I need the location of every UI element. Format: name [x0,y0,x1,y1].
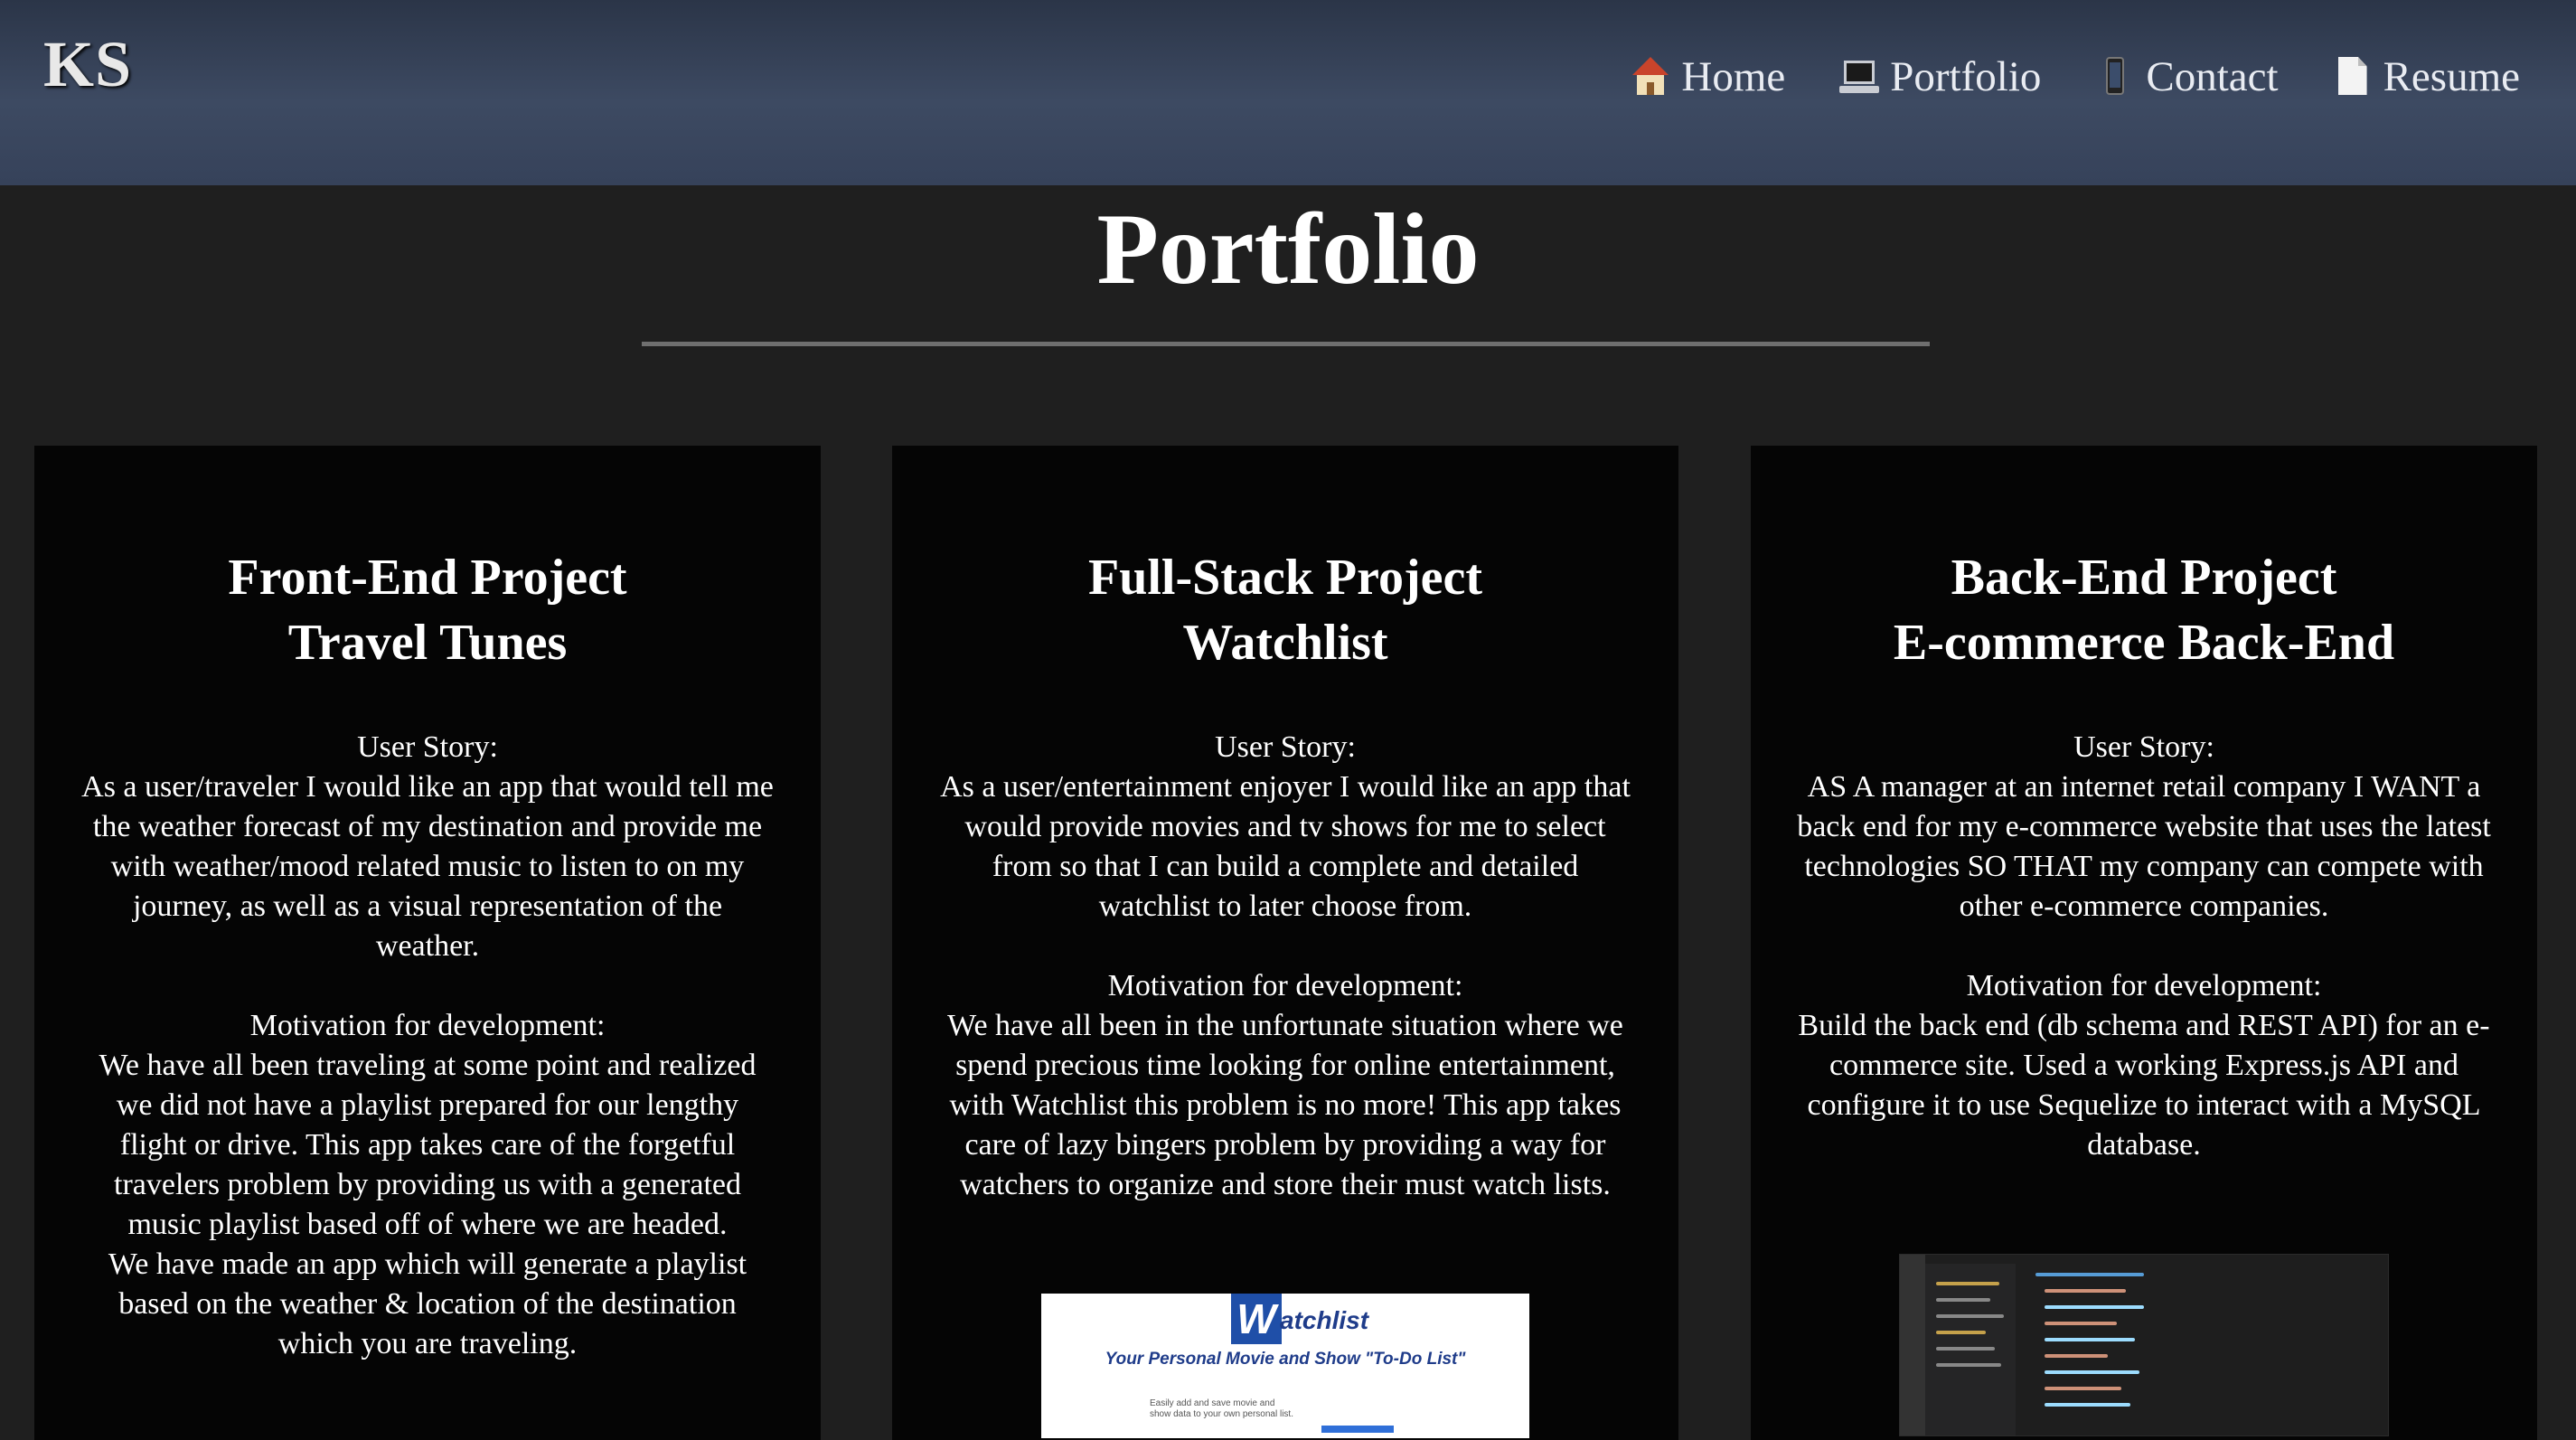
nav-home[interactable]: Home [1631,52,1785,101]
watchlist-button [1321,1426,1394,1433]
project-title[interactable]: Full-Stack Project Watchlist [937,545,1633,675]
project-description: User Story: As a user/traveler I would l… [80,728,776,1364]
main-nav: Home Portfolio Contact Resume [1631,52,2520,101]
code-editor-screenshot[interactable] [1899,1254,2389,1436]
user-story-label: User Story: [1215,730,1356,764]
user-story-label: User Story: [357,730,498,764]
project-description: User Story: AS A manager at an internet … [1796,728,2492,1165]
page-title: Portfolio [1096,193,1480,306]
motivation-label: Motivation for development: [249,1009,606,1042]
nav-contact-label: Contact [2146,53,2279,100]
project-title[interactable]: Front-End Project Travel Tunes [80,545,776,675]
user-story-text: As a user/traveler I would like an app t… [81,770,774,963]
motivation-label: Motivation for development: [1107,969,1463,1002]
project-name: E-commerce Back-End [1893,615,2395,671]
motivation-text: We have all been traveling at some point… [99,1049,757,1241]
watchlist-small-text: Easily add and save movie and show data … [1150,1398,1293,1419]
motivation-extra-text: We have made an app which will generate … [108,1247,747,1360]
user-story-text: AS A manager at an internet retail compa… [1797,770,2491,923]
nav-resume[interactable]: Resume [2333,52,2520,101]
site-header: KS Home Portfolio Contact Resume [0,0,2576,185]
watchlist-logo: W [1231,1294,1282,1344]
project-card-back-end: Back-End Project E-commerce Back-End Use… [1751,446,2537,1440]
project-card-front-end: Front-End Project Travel Tunes User Stor… [34,446,821,1440]
site-logo[interactable]: KS [43,27,132,102]
project-description: User Story: As a user/entertainment enjo… [937,728,1633,1205]
nav-portfolio-label: Portfolio [1890,53,2042,100]
nav-portfolio[interactable]: Portfolio [1839,52,2041,101]
motivation-text: Build the back end (db schema and REST A… [1798,1009,2490,1162]
phone-icon [2095,57,2135,97]
watchlist-tagline: Your Personal Movie and Show "To-Do List… [1105,1350,1466,1369]
project-title[interactable]: Back-End Project E-commerce Back-End [1796,545,2492,675]
project-category: Front-End Project [228,550,627,606]
project-category: Full-Stack Project [1088,550,1482,606]
laptop-icon [1839,57,1880,97]
watchlist-screenshot[interactable]: W atchlist Your Personal Movie and Show … [1041,1294,1529,1438]
nav-contact[interactable]: Contact [2095,52,2279,101]
motivation-text: We have all been in the unfortunate situ… [947,1009,1623,1201]
document-icon [2333,57,2373,97]
editor-activity-bar [1900,1255,1925,1435]
nav-home-label: Home [1681,53,1786,100]
user-story-text: As a user/entertainment enjoyer I would … [940,770,1631,923]
title-divider [642,342,1930,346]
watchlist-logo-text: atchlist [1280,1306,1369,1334]
nav-resume-label: Resume [2383,53,2520,100]
project-category: Back-End Project [1951,550,2337,606]
house-icon [1631,57,1670,97]
project-name: Watchlist [1182,615,1388,671]
project-card-full-stack: Full-Stack Project Watchlist User Story:… [892,446,1678,1440]
project-name: Travel Tunes [287,615,568,671]
user-story-label: User Story: [2073,730,2214,764]
motivation-label: Motivation for development: [1966,969,2322,1002]
